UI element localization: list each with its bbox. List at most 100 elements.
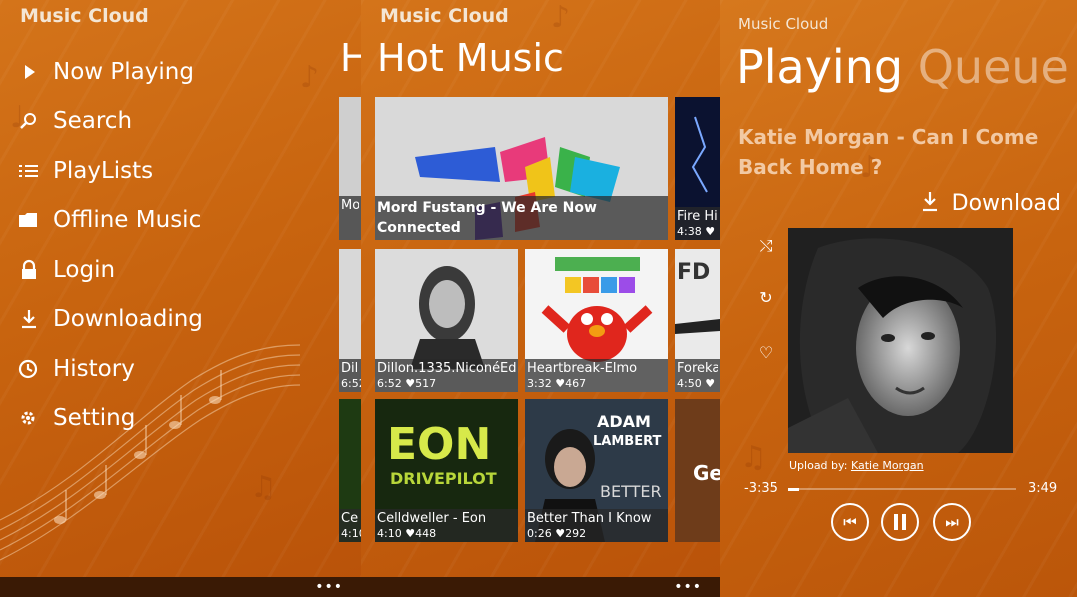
note-decoration: ♪ — [551, 0, 571, 35]
tab-playing[interactable]: Playing — [736, 40, 903, 94]
menu-item-login[interactable]: Login — [16, 250, 115, 290]
app-title: Music Cloud — [738, 15, 829, 33]
app-bar: ••• — [361, 577, 720, 597]
svg-text:ADAM: ADAM — [597, 412, 651, 431]
page-title: Hot Music — [377, 36, 564, 80]
previous-button[interactable]: ⏮ — [831, 503, 869, 541]
playlist-icon — [16, 158, 42, 184]
tile-duration: 4:10 — [341, 527, 361, 540]
folder-icon — [16, 207, 42, 233]
tile-title: Mord Fustang - We Are Now Connected — [377, 200, 597, 236]
note-decoration: ♪ — [300, 60, 320, 95]
tile-duration: 4:10 — [377, 527, 402, 540]
tile-duration: 4:38 — [677, 225, 702, 238]
menu-item-label: Offline Music — [53, 207, 202, 233]
upload-prefix: Upload by: — [789, 459, 851, 472]
clock-icon — [16, 356, 42, 382]
svg-text:LAMBERT: LAMBERT — [593, 434, 661, 449]
heart-icon: ♥ — [555, 527, 566, 540]
heart-icon[interactable]: ♡ — [756, 343, 776, 363]
lock-icon — [16, 257, 42, 283]
menu-item-label: Now Playing — [53, 59, 194, 85]
hot-tile-get-more[interactable]: Get — [675, 399, 720, 542]
svg-text:EON: EON — [387, 419, 491, 470]
heart-icon: ♥ — [405, 377, 416, 390]
app-bar: ••• — [0, 577, 361, 597]
menu-item-label: Setting — [53, 405, 136, 431]
menu-item-label: PlayLists — [53, 158, 154, 184]
tile-likes: 448 — [415, 527, 437, 540]
menu-item-offline-music[interactable]: Offline Music — [16, 200, 201, 240]
previous-icon: ⏮ — [843, 513, 857, 531]
heart-icon: ♥ — [555, 377, 566, 390]
tile-duration: 3:32 — [527, 377, 552, 390]
tile-duration: 6:52 — [341, 377, 361, 390]
search-icon — [16, 108, 42, 134]
play-icon — [16, 59, 42, 85]
menu-item-search[interactable]: Search — [16, 101, 132, 141]
tile-title: Dill — [341, 361, 359, 376]
tile-title: Mo Co — [341, 198, 359, 213]
hot-tile[interactable]: EON DRIVEPILOT Celldweller - Eon 4:10 ♥44… — [375, 399, 518, 542]
menu-item-now-playing[interactable]: Now Playing — [16, 52, 194, 92]
hot-tile-peek[interactable]: Dill6:52 — [339, 249, 361, 392]
menu-item-history[interactable]: History — [16, 349, 135, 389]
hot-tile[interactable]: Dillon.1335.NiconéEdit 6:52 ♥517 — [375, 249, 518, 392]
progress-fill — [788, 487, 800, 491]
next-icon: ⏭ — [945, 513, 959, 531]
pause-icon — [894, 514, 906, 530]
progress-track[interactable] — [788, 487, 1016, 491]
gear-icon — [16, 405, 42, 431]
download-button[interactable]: Download — [920, 190, 1061, 216]
elapsed-time: -3:35 — [744, 481, 778, 496]
menu-item-label: Login — [53, 257, 116, 283]
hot-music-panel: Music Cloud Hot Music ♪ Mord Fustang - W… — [361, 0, 720, 597]
menu-item-downloading[interactable]: Downloading — [16, 299, 203, 339]
more-options-icon[interactable]: ••• — [674, 579, 702, 595]
tile-title: Cel — [341, 511, 359, 526]
menu-panel: Music Cloud H ♪ ♫ ♩ Now Playing Search P… — [0, 0, 361, 597]
heart-icon: ♥ — [705, 377, 716, 390]
hot-tile[interactable]: Fire Hive4:38 ♥ — [675, 97, 720, 240]
tile-likes: 292 — [565, 527, 587, 540]
svg-text:BETTER: BETTER — [600, 482, 662, 501]
hot-tile[interactable]: FD Forekas4:50 ♥ — [675, 249, 720, 392]
tile-title: Get — [693, 461, 720, 485]
tile-title: Fire Hive — [677, 209, 718, 224]
hot-tile-peek[interactable]: Cel4:10 — [339, 399, 361, 542]
download-label: Download — [951, 190, 1061, 216]
hot-tile-peek[interactable]: Mo Co — [339, 97, 361, 240]
note-decoration: ♫ — [740, 440, 767, 475]
uploader-link[interactable]: Katie Morgan — [851, 459, 924, 472]
more-options-icon[interactable]: ••• — [315, 579, 343, 595]
tile-likes: 517 — [415, 377, 437, 390]
app-title: Music Cloud — [380, 5, 509, 27]
tab-queue[interactable]: Queue — [918, 40, 1069, 94]
hot-tile[interactable]: Mord Fustang - We Are Now Connected — [375, 97, 668, 240]
pause-button[interactable] — [881, 503, 919, 541]
svg-text:FD: FD — [677, 260, 710, 285]
album-art — [788, 228, 1013, 453]
menu-item-label: History — [53, 356, 135, 382]
upload-info: Upload by: Katie Morgan — [789, 459, 924, 472]
shuffle-icon[interactable]: ⤭ — [756, 236, 776, 256]
song-title: Katie Morgan - Can I Come Back Home ? — [738, 125, 1039, 179]
menu-item-setting[interactable]: Setting — [16, 398, 135, 438]
hot-tile[interactable]: Heartbreak-Elmo 3:32 ♥467 — [525, 249, 668, 392]
hot-tile[interactable]: ADAM LAMBERT BETTER Better Than I Know 0:… — [525, 399, 668, 542]
note-decoration: ♫ — [250, 470, 277, 505]
download-icon — [16, 306, 42, 332]
tile-likes: 467 — [565, 377, 587, 390]
tile-title: Forekas — [677, 361, 718, 376]
svg-text:DRIVEPILOT: DRIVEPILOT — [390, 469, 497, 488]
download-icon — [920, 190, 940, 216]
tile-title: Better Than I Know — [527, 511, 652, 526]
menu-item-playlists[interactable]: PlayLists — [16, 151, 153, 191]
tile-duration: 0:26 — [527, 527, 552, 540]
tile-title: Dillon.1335.NiconéEdit — [377, 361, 516, 376]
total-time: 3:49 — [1028, 481, 1058, 496]
next-button[interactable]: ⏭ — [933, 503, 971, 541]
tile-title: Heartbreak-Elmo — [527, 361, 638, 376]
repeat-icon[interactable]: ↻ — [756, 288, 776, 308]
heart-icon: ♥ — [705, 225, 716, 238]
